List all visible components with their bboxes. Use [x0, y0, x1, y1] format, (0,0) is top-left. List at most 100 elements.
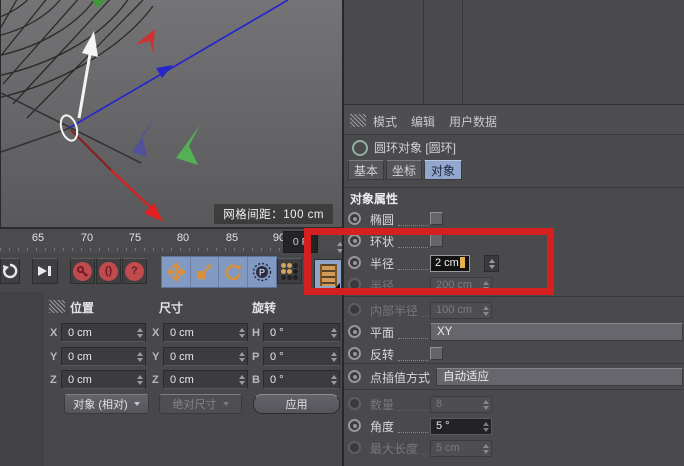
- keyframe-circle-icon[interactable]: [348, 325, 361, 338]
- inner-radius-input[interactable]: 100 cm: [430, 302, 492, 319]
- dotted-leader: [398, 398, 428, 411]
- keyframe-circle-icon[interactable]: [348, 303, 361, 316]
- prop-label: 最大长度: [370, 440, 418, 457]
- size-x-field[interactable]: 0 cm: [163, 323, 248, 342]
- keyframe-circle-icon[interactable]: [348, 256, 361, 269]
- radius-outer-input[interactable]: 200 cm: [430, 277, 492, 294]
- parentheses-icon: (): [99, 262, 118, 281]
- small-navy-arrow: [132, 114, 158, 157]
- prop-row-plane: 平面 XY: [348, 322, 682, 342]
- ruler-tick-label: 80: [171, 232, 195, 244]
- viewport-3d[interactable]: 网格间距：100 cm: [0, 0, 343, 227]
- prop-row-interpolation: 点插值方式 自动适应: [348, 367, 682, 387]
- plane-dropdown[interactable]: XY: [430, 323, 683, 341]
- keyframe-circle-icon[interactable]: [348, 234, 361, 247]
- divider: [344, 187, 684, 188]
- keyframe-circle-icon[interactable]: [348, 370, 361, 383]
- keyframe-dots-icon: [281, 263, 298, 280]
- coordinates-panel: 位置 尺寸 旋转 X 0 cm X 0 cm H 0 ° Y 0 cm Y 0 …: [44, 292, 342, 466]
- tab-coordinates[interactable]: 坐标: [386, 160, 422, 180]
- prop-row-angle: 角度 5 °: [348, 416, 682, 436]
- prop-row-inner-radius: 内部半径 100 cm: [348, 300, 682, 320]
- section-title: 对象属性: [350, 190, 398, 207]
- prop-row-radius: 半径 2 cm: [348, 253, 682, 273]
- number-input[interactable]: 8: [430, 396, 492, 413]
- record-scale-button[interactable]: [191, 257, 220, 287]
- ellipse-checkbox[interactable]: [430, 212, 443, 225]
- rotation-header: 旋转: [252, 299, 276, 316]
- apply-button[interactable]: 应用: [253, 394, 340, 414]
- size-header: 尺寸: [159, 299, 183, 316]
- coord-mode-dropdown[interactable]: 对象 (相对): [64, 394, 149, 414]
- prop-label: 角度: [370, 418, 394, 435]
- radius-input[interactable]: 2 cm: [430, 255, 470, 272]
- viewport-scene: [1, 0, 343, 227]
- keyframe-circle-icon[interactable]: [348, 347, 361, 360]
- go-to-end-icon: [37, 265, 53, 277]
- divider: [344, 389, 684, 390]
- rotation-p-field[interactable]: 0 °: [263, 347, 340, 366]
- ruler-tick-label: 85: [220, 232, 244, 244]
- ruler-tick-label: 75: [123, 232, 147, 244]
- size-mode-dropdown[interactable]: 绝对尺寸: [159, 394, 242, 414]
- rotation-h-field[interactable]: 0 °: [263, 323, 340, 342]
- ruler-tick-label: 70: [75, 232, 99, 244]
- scale-icon: [195, 263, 213, 281]
- small-red-arrow: [135, 29, 155, 53]
- record-rotation-button[interactable]: [219, 257, 248, 287]
- loop-button[interactable]: [0, 258, 20, 284]
- panel-divider: [423, 0, 424, 104]
- prop-label: 半径: [370, 255, 394, 272]
- go-to-end-button[interactable]: [32, 258, 58, 284]
- keyframe-circle-icon[interactable]: [348, 419, 361, 432]
- object-title: 圆环对象 [圆环]: [374, 139, 456, 156]
- key-icon: [73, 262, 92, 281]
- dotted-leader: [398, 213, 428, 226]
- menu-mode[interactable]: 模式: [373, 113, 397, 130]
- position-header: 位置: [70, 299, 94, 316]
- keyframe-circle-icon[interactable]: [348, 441, 361, 454]
- keyframe-circle-icon[interactable]: [348, 212, 361, 225]
- keyframe-filter-group: P: [161, 256, 277, 288]
- position-x-field[interactable]: 0 cm: [61, 323, 146, 342]
- loop-icon: [2, 263, 18, 279]
- tab-object[interactable]: 对象: [424, 160, 462, 180]
- menu-edit[interactable]: 编辑: [411, 113, 435, 130]
- keyframe-circle-icon[interactable]: [348, 397, 361, 410]
- position-z-field[interactable]: 0 cm: [61, 370, 146, 389]
- record-keyframe-button[interactable]: [70, 258, 95, 284]
- prop-label: 环状: [370, 233, 394, 250]
- tab-basic[interactable]: 基本: [348, 160, 384, 180]
- size-z-field[interactable]: 0 cm: [163, 370, 248, 389]
- radius-stepper[interactable]: [484, 255, 499, 272]
- red-axis-line: [111, 170, 151, 208]
- film-layout-button[interactable]: [314, 259, 342, 291]
- p-circle-icon: P: [252, 262, 272, 282]
- ring-checkbox[interactable]: [430, 234, 443, 247]
- record-parameter-mode-button[interactable]: P: [248, 257, 277, 287]
- menu-user-data[interactable]: 用户数据: [449, 113, 497, 130]
- keyframe-circle-icon[interactable]: [348, 278, 361, 291]
- gray-axis-lines: [1, 93, 141, 163]
- panel-grip-icon[interactable]: [350, 114, 366, 127]
- record-help-button[interactable]: ?: [122, 258, 147, 284]
- keyframe-selection-button[interactable]: [277, 258, 302, 284]
- position-y-field[interactable]: 0 cm: [61, 347, 146, 366]
- angle-input[interactable]: 5 °: [430, 418, 492, 435]
- interpolation-dropdown[interactable]: 自动适应: [436, 368, 683, 386]
- panel-grip-icon[interactable]: [49, 300, 65, 313]
- record-parameter-button[interactable]: (): [96, 258, 121, 284]
- max-length-input[interactable]: 5 cm: [430, 440, 492, 457]
- reverse-checkbox[interactable]: [430, 347, 443, 360]
- size-y-field[interactable]: 0 cm: [163, 347, 248, 366]
- c4d-window: 网格间距：100 cm 65 70 75 80 85 90 0 F: [0, 0, 684, 466]
- record-position-button[interactable]: [162, 257, 191, 287]
- text-cursor: [460, 257, 465, 268]
- timeline-ruler[interactable]: 65 70 75 80 85 90 0 F: [0, 227, 342, 257]
- red-axis-arrowhead: [144, 203, 163, 222]
- dotted-leader: [398, 420, 428, 433]
- rotation-b-field[interactable]: 0 °: [263, 370, 340, 389]
- attribute-menu-bar: 模式 编辑 用户数据: [344, 104, 684, 135]
- wireframe-mesh: [1, 0, 153, 118]
- current-frame-field[interactable]: 0 F: [283, 231, 318, 253]
